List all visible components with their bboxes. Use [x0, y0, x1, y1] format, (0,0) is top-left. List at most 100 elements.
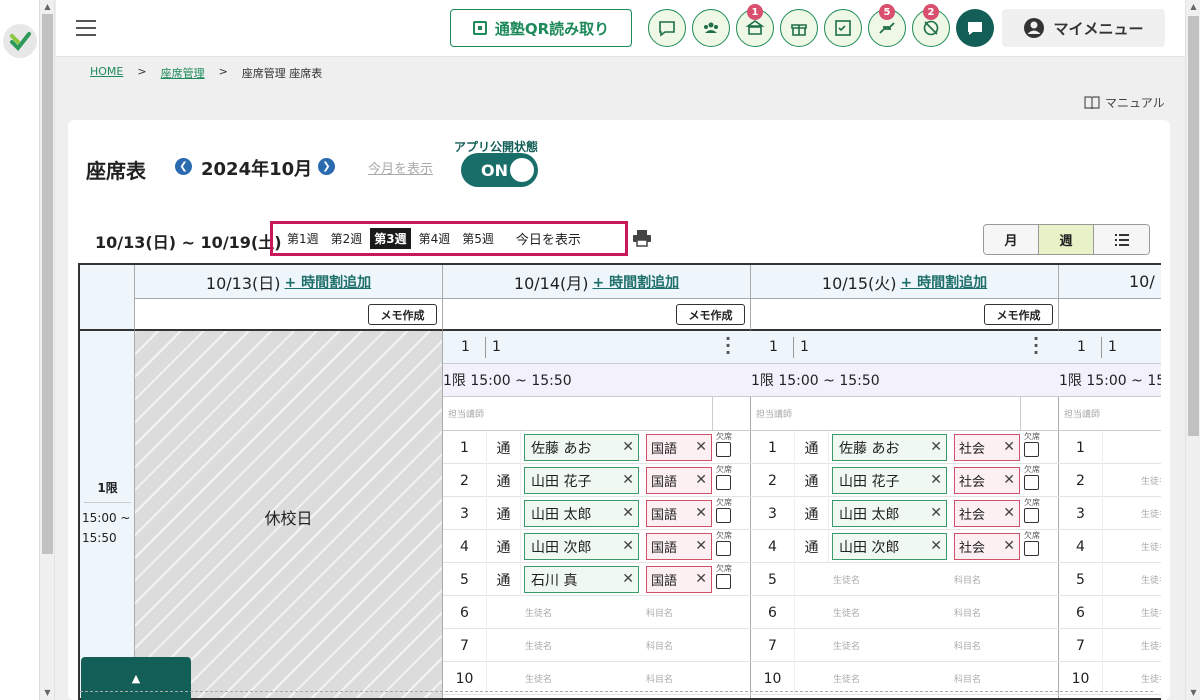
gift-button[interactable]: [780, 9, 818, 47]
close-icon[interactable]: ✕: [622, 538, 634, 554]
subject-chip[interactable]: 国語 ✕: [646, 533, 712, 560]
close-icon[interactable]: ✕: [930, 538, 942, 554]
student-chip[interactable]: 佐藤 あお ✕: [524, 434, 639, 461]
student-placeholder[interactable]: 生徒名: [1141, 530, 1161, 563]
scroll-top-button[interactable]: ▲: [81, 657, 191, 700]
student-chip[interactable]: 山田 花子 ✕: [832, 467, 947, 494]
add-period-link[interactable]: + 時間割追加: [285, 272, 372, 292]
student-chip[interactable]: 佐藤 あお ✕: [832, 434, 947, 461]
student-chip[interactable]: 石川 真 ✕: [524, 566, 639, 593]
close-icon[interactable]: ✕: [1003, 472, 1015, 488]
absent-checkbox[interactable]: 欠席: [1024, 432, 1044, 457]
week-tab-1[interactable]: 第1週: [283, 228, 323, 249]
subject-placeholder[interactable]: 科目名: [646, 629, 673, 662]
absent-checkbox[interactable]: 欠席: [716, 432, 736, 457]
breadcrumb-seat-management[interactable]: 座席管理: [161, 65, 205, 81]
subject-chip[interactable]: 国語 ✕: [646, 434, 712, 461]
student-chip[interactable]: 山田 次郎 ✕: [832, 533, 947, 560]
app-logo[interactable]: [3, 24, 37, 58]
subject-chip[interactable]: 社会 ✕: [954, 533, 1020, 560]
subject-chip[interactable]: 国語 ✕: [646, 467, 712, 494]
close-icon[interactable]: ✕: [695, 439, 707, 455]
week-tab-2[interactable]: 第2週: [327, 228, 367, 249]
add-period-link[interactable]: + 時間割追加: [901, 272, 988, 292]
subject-chip[interactable]: 社会 ✕: [954, 500, 1020, 527]
scroll-up-arrow-icon[interactable]: ▲: [1186, 2, 1200, 12]
school-button[interactable]: 1: [736, 4, 774, 47]
absent-checkbox[interactable]: 欠席: [716, 531, 736, 556]
more-options-icon[interactable]: · · ·: [725, 331, 735, 361]
week-tab-3[interactable]: 第3週: [370, 228, 411, 249]
location-off-button[interactable]: 2: [912, 4, 950, 47]
my-menu-button[interactable]: マイメニュー: [1002, 9, 1165, 47]
subject-chip[interactable]: 社会 ✕: [954, 467, 1020, 494]
student-placeholder[interactable]: 生徒名: [1141, 563, 1161, 596]
close-icon[interactable]: ✕: [1003, 538, 1015, 554]
student-placeholder[interactable]: 生徒名: [1141, 596, 1161, 629]
student-placeholder[interactable]: 生徒名: [525, 629, 552, 662]
students-button[interactable]: [692, 9, 730, 47]
memo-button[interactable]: メモ作成: [676, 304, 745, 325]
view-list-button[interactable]: [1094, 225, 1149, 254]
scroll-up-arrow-icon[interactable]: ▲: [40, 2, 55, 12]
teacher-placeholder[interactable]: 担当講師: [448, 407, 484, 420]
print-icon[interactable]: [632, 229, 652, 247]
close-icon[interactable]: ✕: [695, 571, 707, 587]
next-month-button[interactable]: ❯: [318, 158, 335, 175]
memo-button[interactable]: メモ作成: [984, 304, 1053, 325]
manual-link[interactable]: マニュアル: [1084, 94, 1165, 111]
more-options-icon[interactable]: · · ·: [1033, 331, 1043, 361]
student-placeholder[interactable]: 生徒名: [525, 596, 552, 629]
student-placeholder[interactable]: 生徒名: [833, 563, 860, 596]
checkbox-box[interactable]: [1024, 475, 1039, 490]
transfer-button[interactable]: 5: [868, 4, 906, 47]
view-week-button[interactable]: 週: [1039, 225, 1094, 254]
close-icon[interactable]: ✕: [695, 505, 707, 521]
subject-placeholder[interactable]: 科目名: [954, 563, 981, 596]
checkbox-box[interactable]: [1024, 508, 1039, 523]
right-scrollbar[interactable]: ▲ ▼: [1185, 0, 1200, 700]
scrollbar-thumb[interactable]: [42, 14, 53, 554]
subject-placeholder[interactable]: 科目名: [954, 596, 981, 629]
view-month-button[interactable]: 月: [984, 225, 1039, 254]
hamburger-menu-icon[interactable]: [76, 20, 96, 36]
close-icon[interactable]: ✕: [695, 472, 707, 488]
student-placeholder[interactable]: 生徒名: [1141, 629, 1161, 662]
subject-chip[interactable]: 社会 ✕: [954, 434, 1020, 461]
close-icon[interactable]: ✕: [1003, 439, 1015, 455]
checkbox-box[interactable]: [716, 508, 731, 523]
subject-placeholder[interactable]: 科目名: [954, 629, 981, 662]
add-period-link[interactable]: + 時間割追加: [593, 272, 680, 292]
close-icon[interactable]: ✕: [622, 571, 634, 587]
checkbox-box[interactable]: [1024, 541, 1039, 556]
scrollbar-thumb[interactable]: [1188, 16, 1199, 436]
teacher-placeholder[interactable]: 担当講師: [1064, 407, 1100, 420]
scroll-down-arrow-icon[interactable]: ▼: [40, 688, 55, 698]
close-icon[interactable]: ✕: [930, 505, 942, 521]
checkbox-box[interactable]: [716, 475, 731, 490]
student-placeholder[interactable]: 生徒名: [1141, 497, 1161, 530]
absent-checkbox[interactable]: 欠席: [716, 564, 736, 589]
today-button[interactable]: 今日を表示: [512, 227, 585, 250]
breadcrumb-home[interactable]: HOME: [90, 65, 123, 81]
student-placeholder[interactable]: 生徒名: [833, 629, 860, 662]
close-icon[interactable]: ✕: [930, 439, 942, 455]
student-chip[interactable]: 山田 花子 ✕: [524, 467, 639, 494]
scroll-down-arrow-icon[interactable]: ▼: [1186, 688, 1200, 698]
memo-button[interactable]: メモ作成: [368, 304, 437, 325]
this-month-link[interactable]: 今月を表示: [368, 158, 433, 177]
week-tab-5[interactable]: 第5週: [458, 228, 498, 249]
checklist-button[interactable]: [824, 9, 862, 47]
absent-checkbox[interactable]: 欠席: [1024, 465, 1044, 490]
checkbox-box[interactable]: [716, 541, 731, 556]
checkbox-box[interactable]: [716, 442, 731, 457]
close-icon[interactable]: ✕: [930, 472, 942, 488]
student-chip[interactable]: 山田 太郎 ✕: [832, 500, 947, 527]
teacher-placeholder[interactable]: 担当講師: [756, 407, 792, 420]
qr-scan-button[interactable]: 通塾QR読み取り: [450, 9, 632, 47]
app-public-toggle[interactable]: ON: [461, 153, 538, 187]
student-chip[interactable]: 山田 次郎 ✕: [524, 533, 639, 560]
prev-month-button[interactable]: ❮: [175, 158, 192, 175]
left-scrollbar[interactable]: ▲ ▼: [40, 0, 55, 700]
checkbox-box[interactable]: [1024, 442, 1039, 457]
